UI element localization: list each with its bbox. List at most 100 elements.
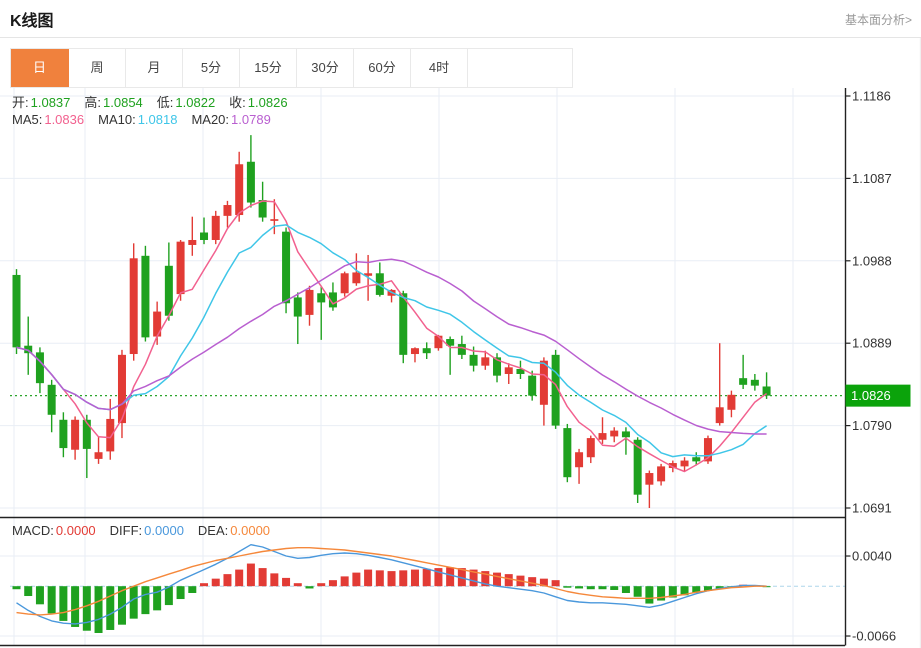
- macd-bar: [399, 570, 408, 587]
- close-value: 1.0826: [247, 95, 288, 110]
- ohlc-legend: 开: 1.0837 高: 1.0854 低: 1.0822 收: 1.0826: [12, 95, 302, 110]
- macd-bar: [610, 586, 619, 590]
- tab-5min[interactable]: 5分: [183, 49, 240, 87]
- candle-body: [188, 239, 197, 245]
- candle-body: [282, 231, 291, 304]
- macd-bar: [645, 586, 654, 604]
- candle-body: [434, 335, 443, 349]
- macd-bar: [410, 569, 419, 587]
- tab-4hour[interactable]: 4时: [411, 49, 468, 87]
- macd-bar: [293, 583, 302, 587]
- macd-bar: [129, 586, 138, 619]
- macd-bar: [141, 586, 150, 615]
- ma5-value: 1.0836: [44, 112, 85, 127]
- macd-bar: [106, 586, 115, 630]
- candle-body: [200, 232, 209, 240]
- open-label: 开:: [12, 95, 29, 110]
- macd-bar: [24, 586, 33, 597]
- candle-body: [692, 457, 701, 462]
- macd-bar: [328, 580, 337, 587]
- ma20-line: [16, 258, 767, 435]
- macd-bar: [82, 586, 91, 631]
- macd-bar: [270, 573, 279, 587]
- macd-bar: [598, 586, 607, 590]
- ma-legend: MA5: 1.0836 MA10: 1.0818 MA20: 1.0789: [12, 112, 285, 127]
- macd-axis-label: 0.0040: [852, 549, 892, 564]
- tab-week[interactable]: 周: [69, 49, 126, 87]
- macd-bar: [282, 577, 291, 587]
- tab-30min[interactable]: 30分: [297, 49, 354, 87]
- candle-body: [715, 407, 724, 424]
- candle-body: [539, 360, 548, 405]
- open-value: 1.0837: [30, 95, 71, 110]
- dea-value: 0.0000: [230, 523, 271, 538]
- macd-label: MACD:: [12, 523, 54, 538]
- ma20-label: MA20:: [191, 112, 230, 127]
- candle-body: [481, 357, 490, 366]
- candle-body: [610, 430, 619, 437]
- candle-body: [727, 394, 736, 410]
- macd-bar: [633, 586, 642, 597]
- candle-body: [399, 293, 408, 355]
- macd-bar: [176, 586, 185, 600]
- candle-body: [586, 438, 595, 458]
- macd-bar: [352, 572, 361, 587]
- macd-bar: [12, 586, 21, 590]
- macd-bar: [211, 578, 220, 587]
- macd-bar: [47, 586, 56, 614]
- macd-bar: [563, 586, 572, 588]
- candle-body: [575, 452, 584, 468]
- candle-body: [35, 352, 44, 384]
- macd-bar: [551, 580, 560, 587]
- macd-bar: [35, 586, 44, 605]
- candle-body: [750, 379, 759, 386]
- macd-bar: [59, 586, 68, 621]
- tab-day[interactable]: 日: [11, 49, 69, 87]
- candle-body: [223, 205, 232, 216]
- candle-body: [645, 473, 654, 485]
- macd-bar: [422, 568, 431, 587]
- macd-bar: [200, 583, 209, 587]
- candle-body: [246, 161, 255, 203]
- candle-body: [82, 419, 91, 449]
- candle-body: [598, 433, 607, 440]
- macd-bar: [305, 586, 314, 589]
- y-axis-label: 1.1087: [852, 171, 892, 186]
- candle-body: [469, 354, 478, 366]
- candle-body: [164, 265, 173, 316]
- candle-body: [94, 452, 103, 459]
- macd-bar: [188, 586, 197, 593]
- ma20-value: 1.0789: [231, 112, 271, 127]
- macd-bar: [153, 586, 162, 611]
- timeframe-tabbar: 日周月 5分 15分 30分 60分 4时: [10, 48, 573, 88]
- ma10-label: MA10:: [98, 112, 136, 127]
- tab-60min[interactable]: 60分: [354, 49, 411, 87]
- candle-body: [47, 384, 56, 415]
- candle-body: [129, 258, 138, 355]
- macd-bar: [364, 569, 373, 587]
- candle-body: [12, 274, 21, 348]
- macd-bar: [528, 577, 537, 587]
- candle-body: [457, 344, 466, 355]
- macd-axis-label: -0.0066: [852, 629, 896, 644]
- candle-body: [621, 431, 630, 438]
- high-label: 高:: [84, 95, 102, 110]
- candle-body: [352, 272, 361, 284]
- y-axis-label: 1.0691: [852, 500, 892, 515]
- macd-legend: MACD: 0.0000 DIFF: 0.0000 DEA: 0.0000: [12, 523, 284, 538]
- candle-body: [422, 348, 431, 354]
- candle-body: [563, 428, 572, 478]
- macd-bar: [575, 586, 584, 589]
- y-axis-label: 1.0889: [852, 336, 892, 351]
- tab-15min[interactable]: 15分: [240, 49, 297, 87]
- macd-bar: [71, 586, 80, 627]
- macd-bar: [586, 586, 595, 590]
- candle-body: [71, 419, 80, 450]
- candle-body: [528, 375, 537, 396]
- y-axis-label: 1.0988: [852, 253, 892, 268]
- candle-body: [176, 241, 185, 295]
- low-label: 低:: [156, 95, 174, 110]
- candle-body: [141, 255, 150, 338]
- tab-month[interactable]: 月: [126, 49, 183, 87]
- ma5-label: MA5:: [12, 112, 43, 127]
